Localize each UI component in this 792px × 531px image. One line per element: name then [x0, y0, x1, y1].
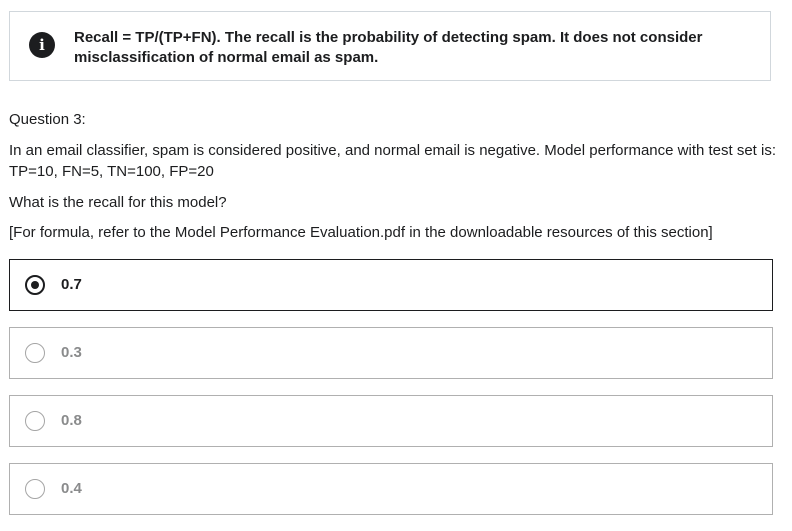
radio-button[interactable]: [25, 275, 45, 295]
feedback-panel: i Recall = TP/(TP+FN). The recall is the…: [9, 11, 771, 81]
radio-selected-dot: [31, 281, 39, 289]
answer-option[interactable]: 0.8: [9, 395, 773, 447]
answer-option-label: 0.8: [61, 412, 82, 429]
radio-button[interactable]: [25, 479, 45, 499]
question-label: Question 3:: [9, 111, 86, 128]
answer-option[interactable]: 0.3: [9, 327, 773, 379]
answer-option-label: 0.3: [61, 344, 82, 361]
question-prompt: What is the recall for this model?: [9, 194, 227, 211]
radio-button[interactable]: [25, 343, 45, 363]
answer-option[interactable]: 0.7: [9, 259, 773, 311]
question-reference: [For formula, refer to the Model Perform…: [9, 224, 713, 241]
answer-option[interactable]: 0.4: [9, 463, 773, 515]
answer-option-label: 0.4: [61, 480, 82, 497]
feedback-text: Recall = TP/(TP+FN). The recall is the p…: [74, 29, 703, 66]
info-icon: i: [29, 32, 55, 58]
radio-button[interactable]: [25, 411, 45, 431]
answer-option-label: 0.7: [61, 276, 82, 293]
question-body: In an email classifier, spam is consider…: [9, 142, 777, 180]
